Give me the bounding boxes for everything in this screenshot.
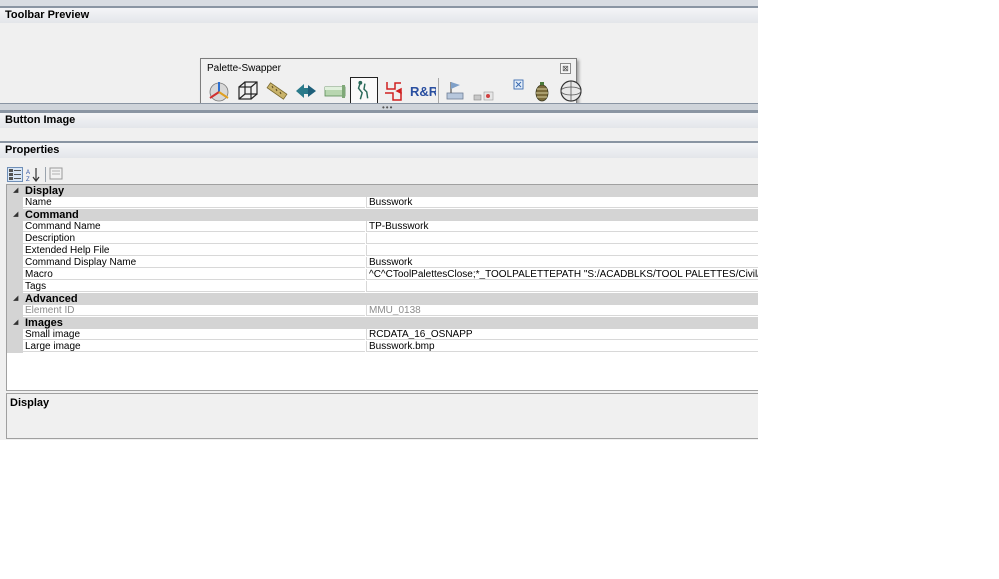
- svg-text:A: A: [26, 170, 30, 176]
- customize-panel: Toolbar Preview Palette-Swapper ⊠ R&R ••…: [0, 0, 758, 440]
- toolbar-preview-area: Palette-Swapper ⊠ R&R: [0, 23, 758, 113]
- property-key: Macro: [23, 269, 365, 280]
- property-key: Command Name: [23, 221, 365, 232]
- collapse-icon[interactable]: ◢: [13, 317, 18, 329]
- property-row-extended-help[interactable]: Extended Help File: [7, 245, 758, 257]
- row-gutter: [7, 269, 23, 281]
- properties-toolbar: A Z: [7, 166, 67, 184]
- collapse-icon[interactable]: ◢: [13, 185, 18, 197]
- close-icon[interactable]: ⊠: [560, 63, 571, 74]
- property-value: MMU_0138: [366, 305, 758, 316]
- row-gutter: [7, 221, 23, 233]
- property-value[interactable]: Busswork: [366, 257, 758, 268]
- pinecone-icon[interactable]: [528, 77, 556, 105]
- collapse-icon[interactable]: ◢: [13, 293, 18, 305]
- row-gutter: [7, 305, 23, 317]
- property-row-name[interactable]: Name Busswork: [7, 197, 758, 209]
- property-key: Command Display Name: [23, 257, 365, 268]
- splitter-grip-icon[interactable]: •••: [382, 104, 393, 112]
- collapse-icon[interactable]: ◢: [13, 209, 18, 221]
- globe-icon[interactable]: [557, 77, 585, 105]
- property-key: Description: [23, 233, 365, 244]
- dim-tool-icon[interactable]: [470, 77, 498, 105]
- category-label: Command: [25, 209, 79, 221]
- property-key: Large image: [23, 341, 365, 352]
- button-image-area: [0, 128, 758, 141]
- property-value[interactable]: [366, 281, 758, 292]
- property-pages-icon[interactable]: [49, 167, 65, 182]
- row-gutter: [7, 197, 23, 209]
- busswork-icon[interactable]: [350, 77, 378, 105]
- property-row-tags[interactable]: Tags: [7, 281, 758, 293]
- property-row-command-display-name[interactable]: Command Display Name Busswork: [7, 257, 758, 269]
- property-key: Tags: [23, 281, 365, 292]
- property-value[interactable]: Busswork: [366, 197, 758, 208]
- properties-header[interactable]: Properties: [0, 141, 758, 158]
- property-row-large-image[interactable]: Large image Busswork.bmp: [7, 341, 758, 353]
- ruler-icon[interactable]: [263, 77, 291, 105]
- description-pane: Display: [6, 393, 758, 439]
- category-display[interactable]: ◢ Display: [7, 185, 758, 197]
- palette-title: Palette-Swapper: [207, 63, 281, 74]
- description-title: Display: [10, 397, 50, 409]
- category-label: Display: [25, 185, 65, 197]
- property-value[interactable]: TP-Busswork: [366, 221, 758, 232]
- property-row-command-name[interactable]: Command Name TP-Busswork: [7, 221, 758, 233]
- property-value[interactable]: Busswork.bmp: [366, 341, 758, 352]
- property-grid: ◢ Display Name Busswork ◢ Command Comman…: [6, 184, 758, 391]
- property-row-macro[interactable]: Macro ^C^CToolPalettesClose;*_TOOLPALETT…: [7, 269, 758, 281]
- category-label: Advanced: [25, 293, 78, 305]
- property-row-element-id: Element ID MMU_0138: [7, 305, 758, 317]
- toolbar-preview-header[interactable]: Toolbar Preview: [0, 6, 758, 23]
- row-gutter: [7, 245, 23, 257]
- property-row-small-image[interactable]: Small image RCDATA_16_OSNAPP: [7, 329, 758, 341]
- property-row-description[interactable]: Description: [7, 233, 758, 245]
- row-gutter: [7, 257, 23, 269]
- pipe-icon[interactable]: [321, 77, 349, 105]
- categorized-icon[interactable]: [7, 167, 23, 182]
- flag-folder-icon[interactable]: [441, 77, 469, 105]
- button-image-header[interactable]: Button Image: [0, 111, 758, 128]
- toolbar-separator: [438, 78, 439, 104]
- property-key: Extended Help File: [23, 245, 365, 256]
- row-gutter: [7, 329, 23, 341]
- arrow-swap-icon[interactable]: [292, 77, 320, 105]
- splitter-bar[interactable]: •••: [0, 103, 758, 112]
- category-advanced[interactable]: ◢ Advanced: [7, 293, 758, 305]
- row-gutter: [7, 233, 23, 245]
- small-square-icon[interactable]: [499, 77, 527, 105]
- wireframe-cube-icon[interactable]: [234, 77, 262, 105]
- category-images[interactable]: ◢ Images: [7, 317, 758, 329]
- property-key: Small image: [23, 329, 365, 340]
- property-key: Name: [23, 197, 365, 208]
- property-value[interactable]: RCDATA_16_OSNAPP: [366, 329, 758, 340]
- toolbar-separator: [45, 167, 46, 182]
- property-value[interactable]: [366, 245, 758, 256]
- rnr-text-icon[interactable]: R&R: [408, 77, 436, 105]
- category-label: Images: [25, 317, 63, 329]
- svg-text:Z: Z: [26, 177, 30, 182]
- red-circuit-icon[interactable]: [379, 77, 407, 105]
- palette-buttons: R&R: [205, 77, 585, 105]
- row-gutter: [7, 281, 23, 293]
- alphabetical-sort-icon[interactable]: A Z: [26, 167, 42, 183]
- row-gutter: [7, 341, 23, 353]
- svg-text:R&R: R&R: [410, 84, 436, 99]
- axis-tripod-icon[interactable]: [205, 77, 233, 105]
- property-value[interactable]: ^C^CToolPalettesClose;*_TOOLPALETTEPATH …: [366, 269, 758, 280]
- category-command[interactable]: ◢ Command: [7, 209, 758, 221]
- property-value[interactable]: [366, 233, 758, 244]
- property-key: Element ID: [23, 305, 365, 316]
